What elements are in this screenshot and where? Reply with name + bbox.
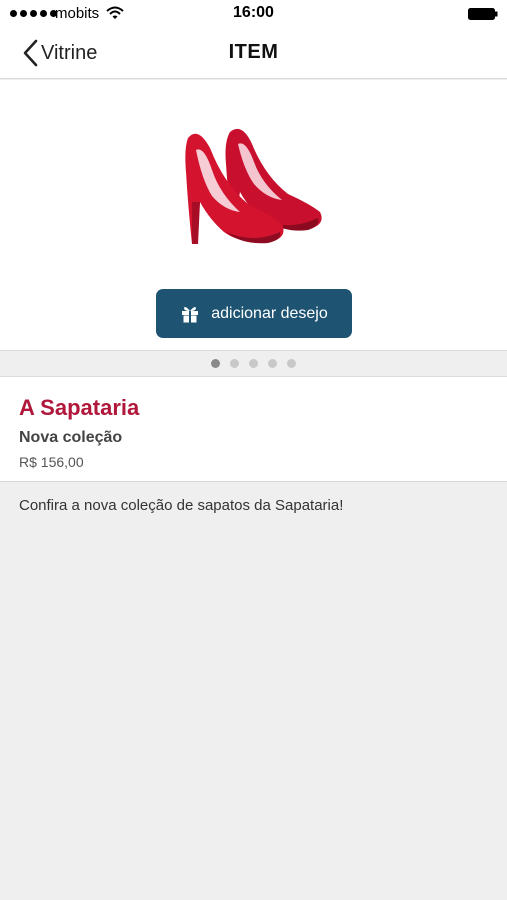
page-dot[interactable] <box>287 359 296 368</box>
navigation-bar: Vitrine ITEM <box>0 28 507 79</box>
red-high-heels-image <box>185 128 322 244</box>
add-wish-button-label: adicionar desejo <box>211 304 328 322</box>
page-dot[interactable] <box>230 359 239 368</box>
product-description: Confira a nova coleção de sapatos da Sap… <box>19 497 344 514</box>
store-name: A Sapataria <box>19 395 140 420</box>
battery-icon <box>468 8 498 20</box>
gallery-page-indicator <box>0 350 507 377</box>
page-dot[interactable] <box>249 359 258 368</box>
add-wish-button[interactable]: adicionar desejo <box>156 289 352 338</box>
status-bar: mobits 16:00 <box>0 0 507 28</box>
product-price: R$ 156,00 <box>19 454 84 470</box>
gift-icon <box>182 306 199 323</box>
page-title: ITEM <box>228 41 279 63</box>
product-gallery[interactable]: adicionar desejo <box>0 80 507 350</box>
page-dot[interactable] <box>268 359 277 368</box>
product-collection: Nova coleção <box>19 429 123 446</box>
status-time: 16:00 <box>233 4 274 21</box>
product-info: A Sapataria Nova coleção R$ 156,00 <box>0 377 507 482</box>
page-dot[interactable] <box>211 359 220 368</box>
